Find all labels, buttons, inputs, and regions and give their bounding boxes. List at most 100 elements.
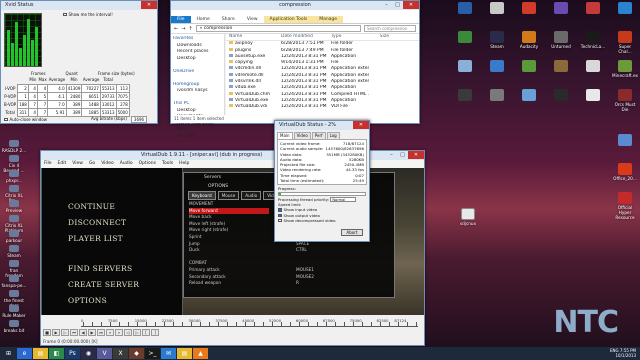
col-type[interactable]: Type bbox=[331, 34, 369, 40]
col-date[interactable]: Date modified bbox=[281, 34, 331, 40]
desktop-icon[interactable]: Preview bbox=[1, 200, 27, 213]
key-action[interactable]: MOVEMENT bbox=[189, 201, 269, 208]
abort-button[interactable]: Abort bbox=[341, 229, 363, 236]
desktop-icon[interactable] bbox=[580, 60, 606, 73]
clock-date[interactable]: 10/1/2013 bbox=[615, 353, 636, 358]
ribbon-tab[interactable]: Manage bbox=[313, 16, 344, 23]
desktop-icon[interactable] bbox=[484, 89, 510, 102]
desktop-icon[interactable] bbox=[548, 60, 574, 73]
menu-item[interactable]: Edit bbox=[58, 160, 67, 168]
desktop-icon[interactable] bbox=[612, 2, 638, 15]
desktop-icon[interactable]: Orcs Must Die bbox=[612, 89, 638, 112]
address-input[interactable]: » compression bbox=[195, 25, 361, 32]
menu-item[interactable]: Help bbox=[179, 160, 189, 168]
taskbar-win-icon[interactable]: ⊞ bbox=[1, 348, 16, 359]
explorer-titlebar[interactable]: compression – □ ✕ bbox=[171, 1, 419, 10]
desktop-icon[interactable] bbox=[548, 2, 574, 15]
game-menu-item[interactable]: FIND SERVERS bbox=[68, 264, 132, 273]
up-arrow-icon[interactable]: ↑ bbox=[188, 26, 192, 32]
desktop-icon[interactable]: Unturned bbox=[548, 31, 574, 49]
desktop-icon[interactable] bbox=[484, 2, 510, 15]
desktop-icon[interactable]: Official Hyper Resource bbox=[612, 192, 638, 220]
taskbar-ie-icon[interactable]: e bbox=[17, 348, 32, 359]
menu-item[interactable]: Video bbox=[101, 160, 114, 168]
desktop-icon[interactable]: Steam bbox=[484, 31, 510, 49]
desktop-icon[interactable] bbox=[452, 2, 478, 15]
key-action[interactable]: COMBAT bbox=[189, 260, 269, 267]
taskbar-vlc-icon[interactable]: ▲ bbox=[193, 348, 208, 359]
game-menu-item[interactable]: PLAYER LIST bbox=[68, 234, 123, 243]
close-icon[interactable]: ✕ bbox=[141, 1, 157, 9]
play-output-icon[interactable]: ▷ bbox=[61, 329, 69, 336]
desktop-icon[interactable]: Minecraft.ex bbox=[612, 60, 638, 78]
menu-item[interactable]: Audio bbox=[120, 160, 133, 168]
desktop-icon[interactable]: fanspa-pe... bbox=[1, 275, 27, 288]
priority-select[interactable]: Normal bbox=[330, 197, 357, 203]
ribbon-tab[interactable]: File bbox=[171, 16, 191, 23]
key-action[interactable]: Move forward bbox=[189, 207, 269, 215]
desktop-icon[interactable]: parkour bbox=[1, 230, 27, 243]
minimize-icon[interactable]: – bbox=[386, 151, 397, 159]
start-icon[interactable]: ⏮ bbox=[70, 329, 78, 336]
key-action[interactable]: Primary attack bbox=[189, 267, 269, 274]
scene-fwd-icon[interactable]: ▷ bbox=[133, 329, 141, 336]
desktop-icon[interactable] bbox=[580, 2, 606, 15]
desktop-icon[interactable] bbox=[516, 2, 542, 15]
mark-in-icon[interactable]: [ bbox=[142, 329, 150, 336]
menu-item[interactable]: File bbox=[44, 160, 52, 168]
key-action[interactable]: Secondary attack bbox=[189, 274, 269, 281]
menu-item[interactable]: Go bbox=[89, 160, 95, 168]
ribbon-tab[interactable]: Share bbox=[216, 16, 241, 23]
close-icon[interactable]: ✕ bbox=[403, 1, 419, 9]
stop-icon[interactable]: ■ bbox=[43, 329, 51, 336]
desktop-icon[interactable] bbox=[612, 134, 638, 147]
menu-item[interactable]: Tools bbox=[162, 160, 173, 168]
scene-back-icon[interactable]: ◁ bbox=[124, 329, 132, 336]
forward-arrow-icon[interactable]: → bbox=[181, 26, 185, 32]
key-action[interactable]: Sprint bbox=[189, 234, 269, 241]
ribbon-tab[interactable]: Home bbox=[191, 16, 216, 23]
key-binding[interactable]: CTRL bbox=[296, 247, 356, 254]
ribbon-tab[interactable]: Application Tools bbox=[263, 16, 314, 23]
checkbox-box[interactable] bbox=[278, 208, 282, 212]
taskbar-ps-icon[interactable]: Ps bbox=[65, 348, 80, 359]
desktop-icon[interactable]: Office_20... bbox=[612, 163, 638, 181]
maximize-icon[interactable]: □ bbox=[397, 151, 408, 159]
taskbar-mail-icon[interactable]: ✉ bbox=[161, 348, 176, 359]
taskbar-steam-icon[interactable]: ◉ bbox=[81, 348, 96, 359]
minimize-icon[interactable]: – bbox=[381, 1, 392, 9]
key-binding[interactable] bbox=[296, 254, 356, 261]
show-interval-checkbox[interactable] bbox=[63, 12, 67, 17]
mark-out-icon[interactable]: ] bbox=[151, 329, 159, 336]
desktop-icon[interactable]: Audacity bbox=[516, 31, 542, 49]
game-tab[interactable]: Mouse bbox=[217, 191, 240, 200]
key-action[interactable] bbox=[189, 254, 269, 261]
taskbar-cmd-icon[interactable]: >_ bbox=[145, 348, 160, 359]
status-tab[interactable]: Main bbox=[277, 132, 293, 139]
desktop-icon[interactable] bbox=[452, 89, 478, 102]
desktop-icon[interactable]: breaks bit bbox=[1, 320, 27, 333]
game-menu-item[interactable]: OPTIONS bbox=[68, 296, 107, 305]
close-icon[interactable]: ✕ bbox=[353, 121, 369, 129]
desktop-icon[interactable]: Super Chal... bbox=[612, 31, 638, 54]
desktop-icon[interactable]: Rule Maker bbox=[1, 305, 27, 318]
taskbar-xvid-icon[interactable]: X bbox=[113, 348, 128, 359]
col-name[interactable]: Name bbox=[226, 34, 281, 40]
file-row[interactable]: VirtualDub.vdi 12/24/2013 8:31 PM VDI File bbox=[226, 104, 419, 110]
desktop-icon[interactable]: RASDLP 2... bbox=[1, 140, 27, 153]
desktop-icon-sdjcnux[interactable]: sdjcnux bbox=[455, 208, 481, 226]
desktop-icon[interactable]: Steam bbox=[1, 245, 27, 258]
timeline-ruler[interactable]: 0 7500 15000 22500 30000 37500 45000 52500 60000… bbox=[81, 318, 418, 327]
maximize-icon[interactable]: □ bbox=[392, 1, 403, 9]
checkbox-box[interactable] bbox=[278, 218, 282, 223]
desktop-icon[interactable] bbox=[548, 89, 574, 102]
xvid-titlebar[interactable]: Xvid Status ✕ bbox=[1, 1, 157, 10]
key-action[interactable]: Move left (strafe) bbox=[189, 221, 269, 228]
menu-item[interactable]: View bbox=[72, 160, 83, 168]
game-menu-item[interactable]: DISCONNECT bbox=[68, 218, 126, 227]
desktop-icon[interactable]: phxpr... bbox=[1, 170, 27, 183]
key-action[interactable]: Move right (strafe) bbox=[189, 227, 269, 234]
play-input-icon[interactable]: ▶ bbox=[52, 329, 60, 336]
key-action[interactable]: Jump bbox=[189, 241, 269, 248]
status-tab[interactable]: Log bbox=[326, 132, 340, 139]
